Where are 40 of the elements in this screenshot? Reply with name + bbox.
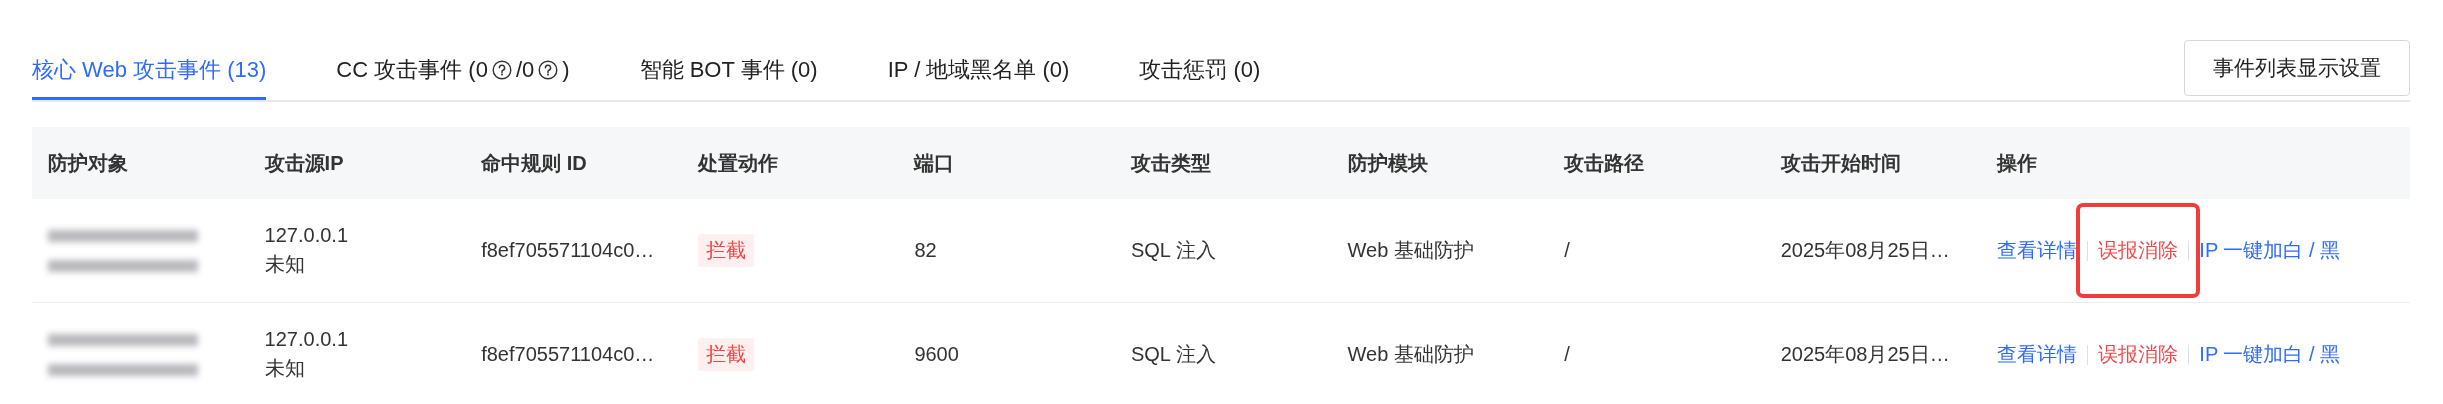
action-tag: 拦截 (697, 338, 754, 371)
settings-button[interactable]: 事件列表显示设置 (2184, 40, 2410, 96)
action-link[interactable]: 误报消除 (2098, 343, 2179, 365)
action-link[interactable]: 查看详情 (1997, 343, 2078, 365)
port-text: 82 (914, 239, 937, 262)
tab[interactable]: 攻击惩罚 (0) (1139, 42, 1261, 100)
tab[interactable]: IP / 地域黑名单 (0) (887, 42, 1070, 100)
tab[interactable]: 智能 BOT 事件 (0) (639, 42, 818, 100)
column-header: 攻击开始时间 (1780, 150, 1901, 176)
column-header: 操作 (1997, 150, 2038, 176)
port-text: 9600 (914, 343, 959, 366)
action-tag: 拦截 (697, 234, 754, 267)
ip-address: 127.0.0.1 (264, 327, 348, 351)
rule-id: f8ef705571104c0… (481, 239, 655, 262)
rule-id: f8ef705571104c0… (481, 343, 655, 366)
path-text: / (1564, 343, 1570, 366)
column-header: 命中规则 ID (481, 150, 587, 176)
location-text: 未知 (264, 355, 305, 381)
module-name: Web 基础防护 (1347, 238, 1474, 263)
action-link[interactable]: 误报消除 (2098, 239, 2179, 261)
tab[interactable]: CC 攻击事件 (0 /0 ) (336, 42, 570, 100)
action-link[interactable]: IP 一键加白 / 黑 (2199, 239, 2341, 261)
path-text: / (1564, 239, 1570, 262)
column-header: 攻击路径 (1564, 150, 1645, 176)
column-header: 防护模块 (1347, 150, 1428, 176)
column-header: 处置动作 (697, 150, 778, 176)
column-header: 攻击源IP (264, 150, 344, 176)
start-time: 2025年08月25日… (1780, 238, 1950, 263)
location-text: 未知 (264, 251, 305, 277)
attack-type: SQL 注入 (1130, 238, 1216, 263)
column-header: 端口 (914, 150, 955, 176)
attack-type: SQL 注入 (1130, 342, 1216, 367)
column-header: 防护对象 (48, 150, 128, 176)
module-name: Web 基础防护 (1347, 342, 1474, 367)
action-link[interactable]: IP 一键加白 / 黑 (2199, 343, 2341, 365)
column-header: 攻击类型 (1130, 150, 1211, 176)
ip-address: 127.0.0.1 (264, 223, 348, 247)
start-time: 2025年08月25日… (1780, 342, 1950, 367)
tab[interactable]: 核心 Web 攻击事件 (13) (32, 42, 267, 100)
action-link[interactable]: 查看详情 (1997, 239, 2078, 261)
